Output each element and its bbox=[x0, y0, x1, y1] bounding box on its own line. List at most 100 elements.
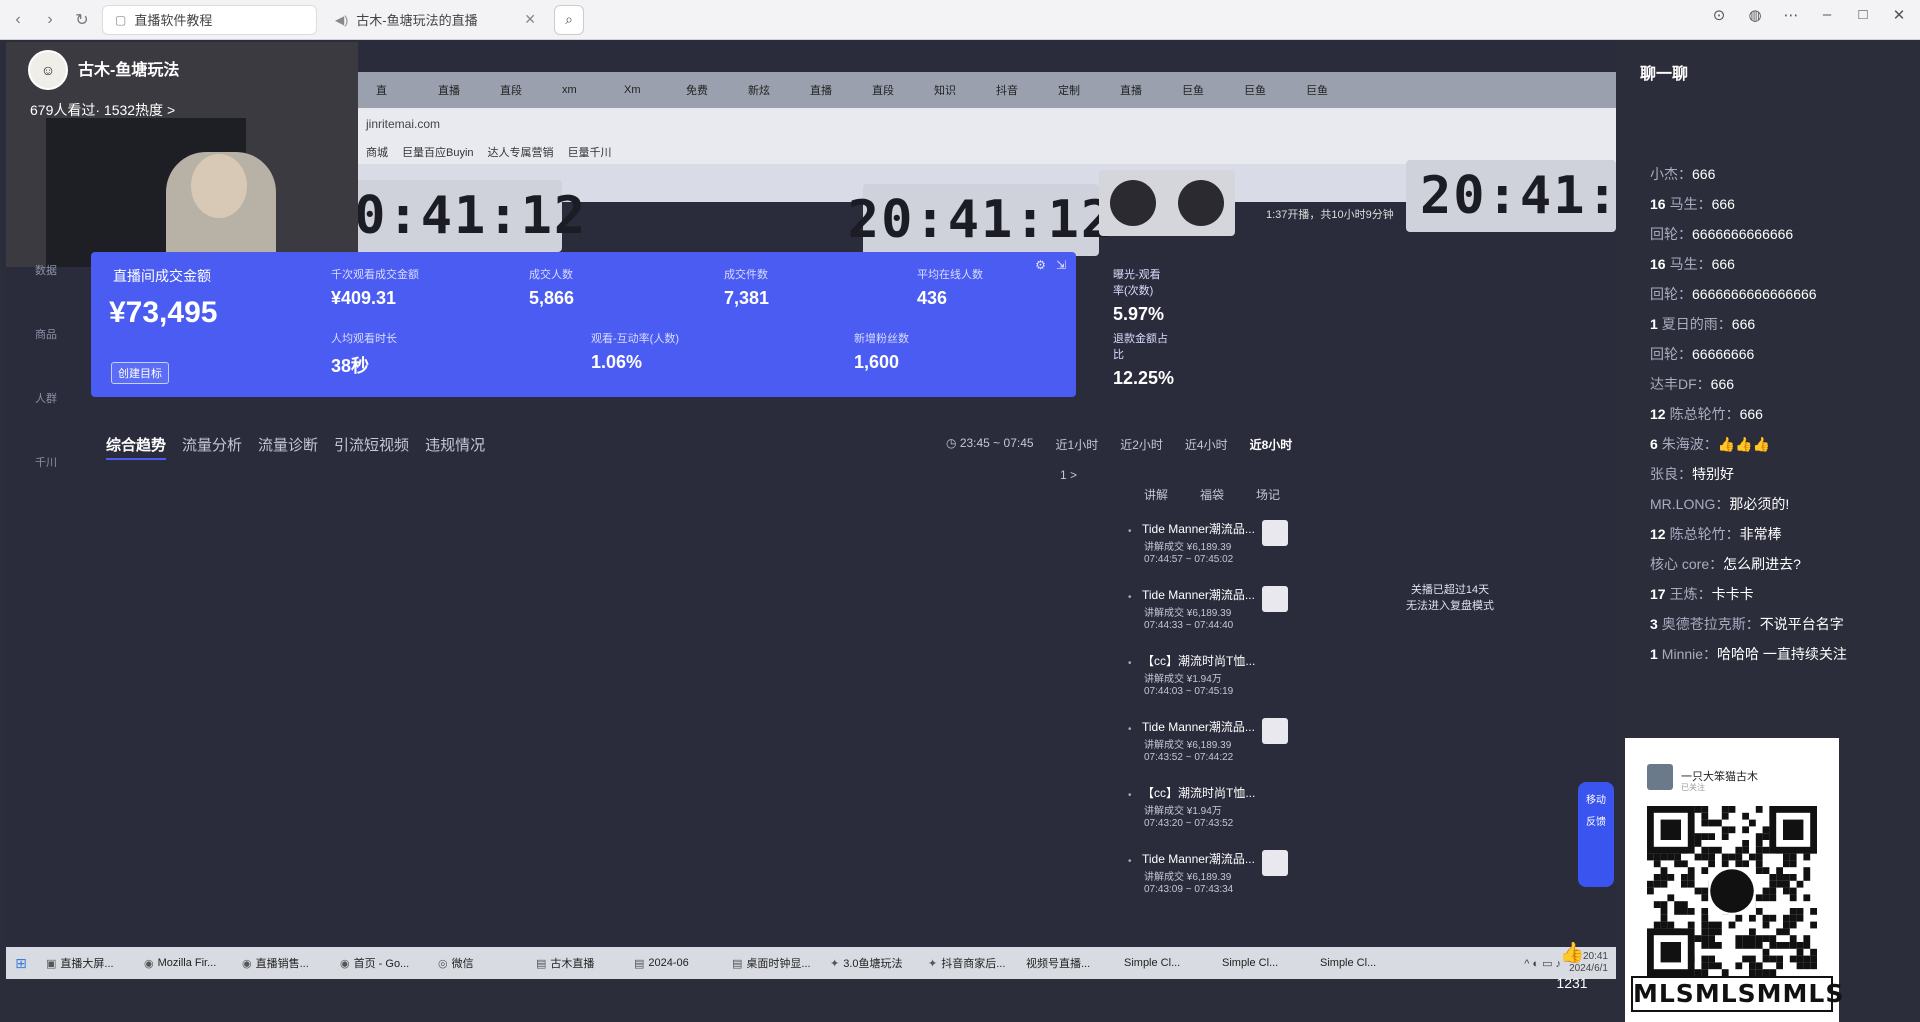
chat-username[interactable]: 陈总轮竹： bbox=[1670, 406, 1740, 422]
maximize-icon[interactable]: □ bbox=[1852, 6, 1874, 24]
clip-deal: 讲解成交 ¥6,189.39 bbox=[1144, 608, 1232, 619]
tab-violations[interactable]: 违规情况 bbox=[425, 434, 485, 460]
time-range-text: 23:45 ~ 07:45 bbox=[959, 436, 1034, 450]
expand-icon[interactable]: ⇲ bbox=[1056, 258, 1066, 272]
tab-short-video[interactable]: 引流短视频 bbox=[334, 434, 409, 460]
metric-value: 436 bbox=[917, 288, 948, 308]
back-icon[interactable]: ‹ bbox=[4, 6, 32, 34]
stats-icons: ⚙ ⇲ bbox=[1035, 258, 1066, 272]
list-item[interactable]: • Tide Manner潮流品... 讲解成交 ¥6,189.39 07:43… bbox=[1128, 718, 1308, 784]
taskbar-label: 抖音商家后... bbox=[941, 958, 1006, 970]
bullet-icon: • bbox=[1128, 724, 1132, 735]
chat-username[interactable]: 回轮： bbox=[1650, 226, 1692, 242]
clip-time: 07:43:20 ~ 07:43:52 bbox=[1144, 818, 1234, 829]
chat-username[interactable]: 奥德苍拉克斯： bbox=[1662, 616, 1760, 632]
feedback-button[interactable]: 反馈 bbox=[1578, 812, 1614, 834]
chat-username[interactable]: MR.LONG： bbox=[1650, 496, 1729, 512]
metric-label: 人均观看时长 bbox=[331, 333, 397, 345]
rail-item-qianchuan[interactable]: 千川 bbox=[26, 454, 66, 470]
chat-username[interactable]: 朱海波： bbox=[1662, 436, 1718, 452]
globe-icon[interactable]: ◍ bbox=[1744, 6, 1766, 24]
chat-text: 666 bbox=[1711, 196, 1735, 212]
product-thumbnail bbox=[1262, 520, 1288, 546]
mobile-button[interactable]: 移动 bbox=[1578, 790, 1614, 812]
fan-level-badge: 3 bbox=[1650, 616, 1658, 632]
taskbar-item: ▤ 古木直播 bbox=[526, 955, 624, 971]
chat-text: 那必须的! bbox=[1729, 496, 1790, 512]
fan-level-badge: 6 bbox=[1650, 436, 1658, 452]
filter-4h[interactable]: 近4小时 bbox=[1185, 436, 1228, 453]
list-item[interactable]: • Tide Manner潮流品... 讲解成交 ¥6,189.39 07:44… bbox=[1128, 520, 1308, 586]
product-thumbnail bbox=[1262, 718, 1288, 744]
tab-overall-trend[interactable]: 综合趋势 bbox=[106, 434, 167, 460]
taskbar-label: 视频号直播... bbox=[1026, 958, 1091, 970]
chat-text: 666 bbox=[1731, 316, 1756, 332]
close-window-icon[interactable]: ✕ bbox=[1888, 6, 1910, 24]
clip-list-tabs: 讲解 福袋 场记 bbox=[1144, 486, 1280, 503]
captured-tabs: 直 直播 直段 xm Xm 免费 新炫 直播 直段 知识 抖音 定制 直播 巨鱼… bbox=[346, 72, 1616, 108]
rail-item-crowd[interactable]: 人群 bbox=[26, 390, 66, 406]
tab-notes[interactable]: 场记 bbox=[1256, 486, 1280, 503]
chat-username[interactable]: 王炼： bbox=[1670, 586, 1712, 602]
filter-8h[interactable]: 近8小时 bbox=[1250, 436, 1293, 453]
filter-2h[interactable]: 近2小时 bbox=[1120, 436, 1163, 453]
metric: 观看-互动率(人数) 1.06% bbox=[591, 330, 679, 373]
list-item[interactable]: • 【cc】潮流时尚T恤... 讲解成交 ¥1.94万 07:43:20 ~ 0… bbox=[1128, 784, 1308, 850]
chat-username[interactable]: 达丰DF： bbox=[1650, 376, 1711, 392]
close-icon[interactable]: ✕ bbox=[524, 11, 536, 28]
start-info: 1:37开播，共10小时9分钟 bbox=[1266, 209, 1394, 221]
chat-username[interactable]: 核心 core： bbox=[1650, 556, 1723, 572]
thumbs-up-icon[interactable]: 👍 bbox=[1548, 940, 1596, 965]
tab-software-tutorial[interactable]: ▢ 直播软件教程 bbox=[102, 4, 317, 35]
create-target-button[interactable]: 创建目标 bbox=[111, 362, 169, 384]
metric-label: 曝光-观看率(次数) bbox=[1113, 269, 1161, 297]
clip-deal: 讲解成交 ¥1.94万 bbox=[1144, 674, 1222, 685]
tab-traffic-analysis[interactable]: 流量分析 bbox=[182, 434, 242, 460]
chat-username[interactable]: 小杰： bbox=[1650, 166, 1692, 182]
list-item[interactable]: • 【cc】潮流时尚T恤... 讲解成交 ¥1.94万 07:44:03 ~ 0… bbox=[1128, 652, 1308, 718]
forward-icon[interactable]: › bbox=[36, 6, 64, 34]
wechat-qr-code bbox=[1647, 806, 1817, 976]
speaker-icon: ◀) bbox=[335, 12, 349, 27]
chat-username[interactable]: 陈总轮竹： bbox=[1670, 526, 1740, 542]
tab-live-stream[interactable]: ◀) 古木-鱼塘玩法的直播 ✕ bbox=[323, 5, 548, 35]
filter-1h[interactable]: 近1小时 bbox=[1056, 436, 1099, 453]
metric-label: 观看-互动率(人数) bbox=[591, 333, 679, 345]
host-avatar[interactable]: ☺ bbox=[28, 50, 68, 90]
tab-label: 直播软件教程 bbox=[134, 13, 213, 28]
chat-username[interactable]: 夏日的雨： bbox=[1662, 316, 1732, 332]
tab-lucky-bag[interactable]: 福袋 bbox=[1200, 486, 1224, 503]
settings-icon[interactable]: ⚙ bbox=[1035, 258, 1046, 272]
pager[interactable]: 1 > bbox=[1060, 468, 1077, 482]
rail-item-goods[interactable]: 商品 bbox=[26, 326, 66, 342]
rail-item-data[interactable]: 数据 bbox=[26, 262, 66, 278]
taskbar-label: 首页 - Go... bbox=[353, 958, 410, 970]
list-item[interactable]: • Tide Manner潮流品... 讲解成交 ¥6,189.39 07:44… bbox=[1128, 586, 1308, 652]
captured-tab: xm bbox=[562, 84, 577, 96]
tab-traffic-diagnosis[interactable]: 流量诊断 bbox=[258, 434, 318, 460]
taskbar-label: 古木直播 bbox=[550, 958, 595, 970]
viewer-count[interactable]: 679人看过· 1532热度 > bbox=[30, 100, 175, 120]
more-icon[interactable]: ⋯ bbox=[1780, 6, 1802, 24]
chat-text: 666 bbox=[1710, 376, 1735, 392]
chat-message: 达丰DF：666 bbox=[1650, 375, 1900, 394]
captured-tab: Xm bbox=[624, 84, 641, 96]
browser-toolbar: ‹ › ↻ ▢ 直播软件教程 ◀) 古木-鱼塘玩法的直播 ✕ ⌕ ⊙ ◍ ⋯ –… bbox=[0, 0, 1920, 40]
download-icon[interactable]: ⊙ bbox=[1708, 6, 1730, 24]
chat-username[interactable]: 回轮： bbox=[1650, 286, 1692, 302]
like-widget[interactable]: 👍 1231 bbox=[1548, 940, 1596, 991]
reload-icon[interactable]: ↻ bbox=[68, 6, 96, 34]
chat-username[interactable]: 回轮： bbox=[1650, 346, 1692, 362]
minimize-icon[interactable]: – bbox=[1816, 6, 1838, 24]
tab-explain[interactable]: 讲解 bbox=[1144, 486, 1168, 503]
chat-username[interactable]: 张良： bbox=[1650, 466, 1692, 482]
gmv-total: ¥73,495 bbox=[109, 296, 218, 329]
stream-video[interactable]: 直 直播 直段 xm Xm 免费 新炫 直播 直段 知识 抖音 定制 直播 巨鱼… bbox=[6, 42, 1616, 947]
chat-username[interactable]: Minnie： bbox=[1662, 646, 1717, 662]
chat-username[interactable]: 马生： bbox=[1670, 196, 1712, 212]
search-icon[interactable]: ⌕ bbox=[554, 4, 584, 35]
taskbar-label: 2024-06 bbox=[648, 957, 689, 969]
metric-label: 新增粉丝数 bbox=[854, 333, 909, 345]
list-item[interactable]: • Tide Manner潮流品... 讲解成交 ¥6,189.39 07:43… bbox=[1128, 850, 1308, 916]
chat-username[interactable]: 马生： bbox=[1670, 256, 1712, 272]
